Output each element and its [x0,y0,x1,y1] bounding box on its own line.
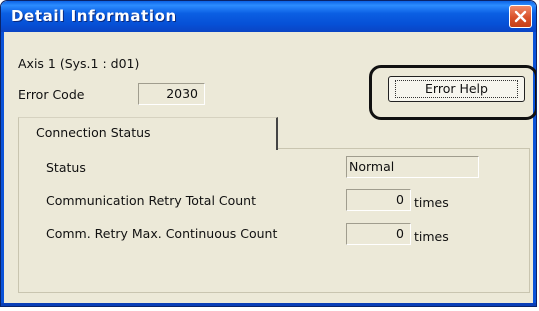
error-code-label: Error Code [18,87,85,102]
tab-connection-status[interactable]: Connection Status [18,117,278,150]
window-frame-left [1,32,4,306]
window-title: Detail Information [11,7,177,25]
retry-total-unit: times [414,195,449,210]
status-label: Status [46,160,86,175]
detail-information-dialog: Detail Information Axis 1 (Sys.1 : d01) … [0,0,537,307]
retry-total-field: 0 [346,189,411,211]
error-code-field: 2030 [138,83,205,105]
tab-connection-status-label: Connection Status [36,125,151,140]
title-bar[interactable]: Detail Information [1,1,536,32]
retry-max-unit: times [414,229,449,244]
retry-max-field: 0 [346,223,411,245]
close-button[interactable] [509,5,532,28]
retry-max-label: Comm. Retry Max. Continuous Count [46,226,278,241]
window-frame-bottom [1,303,536,306]
error-help-button[interactable]: Error Help [388,76,525,102]
axis-label: Axis 1 (Sys.1 : d01) [18,56,140,71]
status-field: Normal [346,156,479,178]
focus-rectangle [395,80,518,98]
retry-total-label: Communication Retry Total Count [46,193,257,208]
close-icon [514,10,527,23]
